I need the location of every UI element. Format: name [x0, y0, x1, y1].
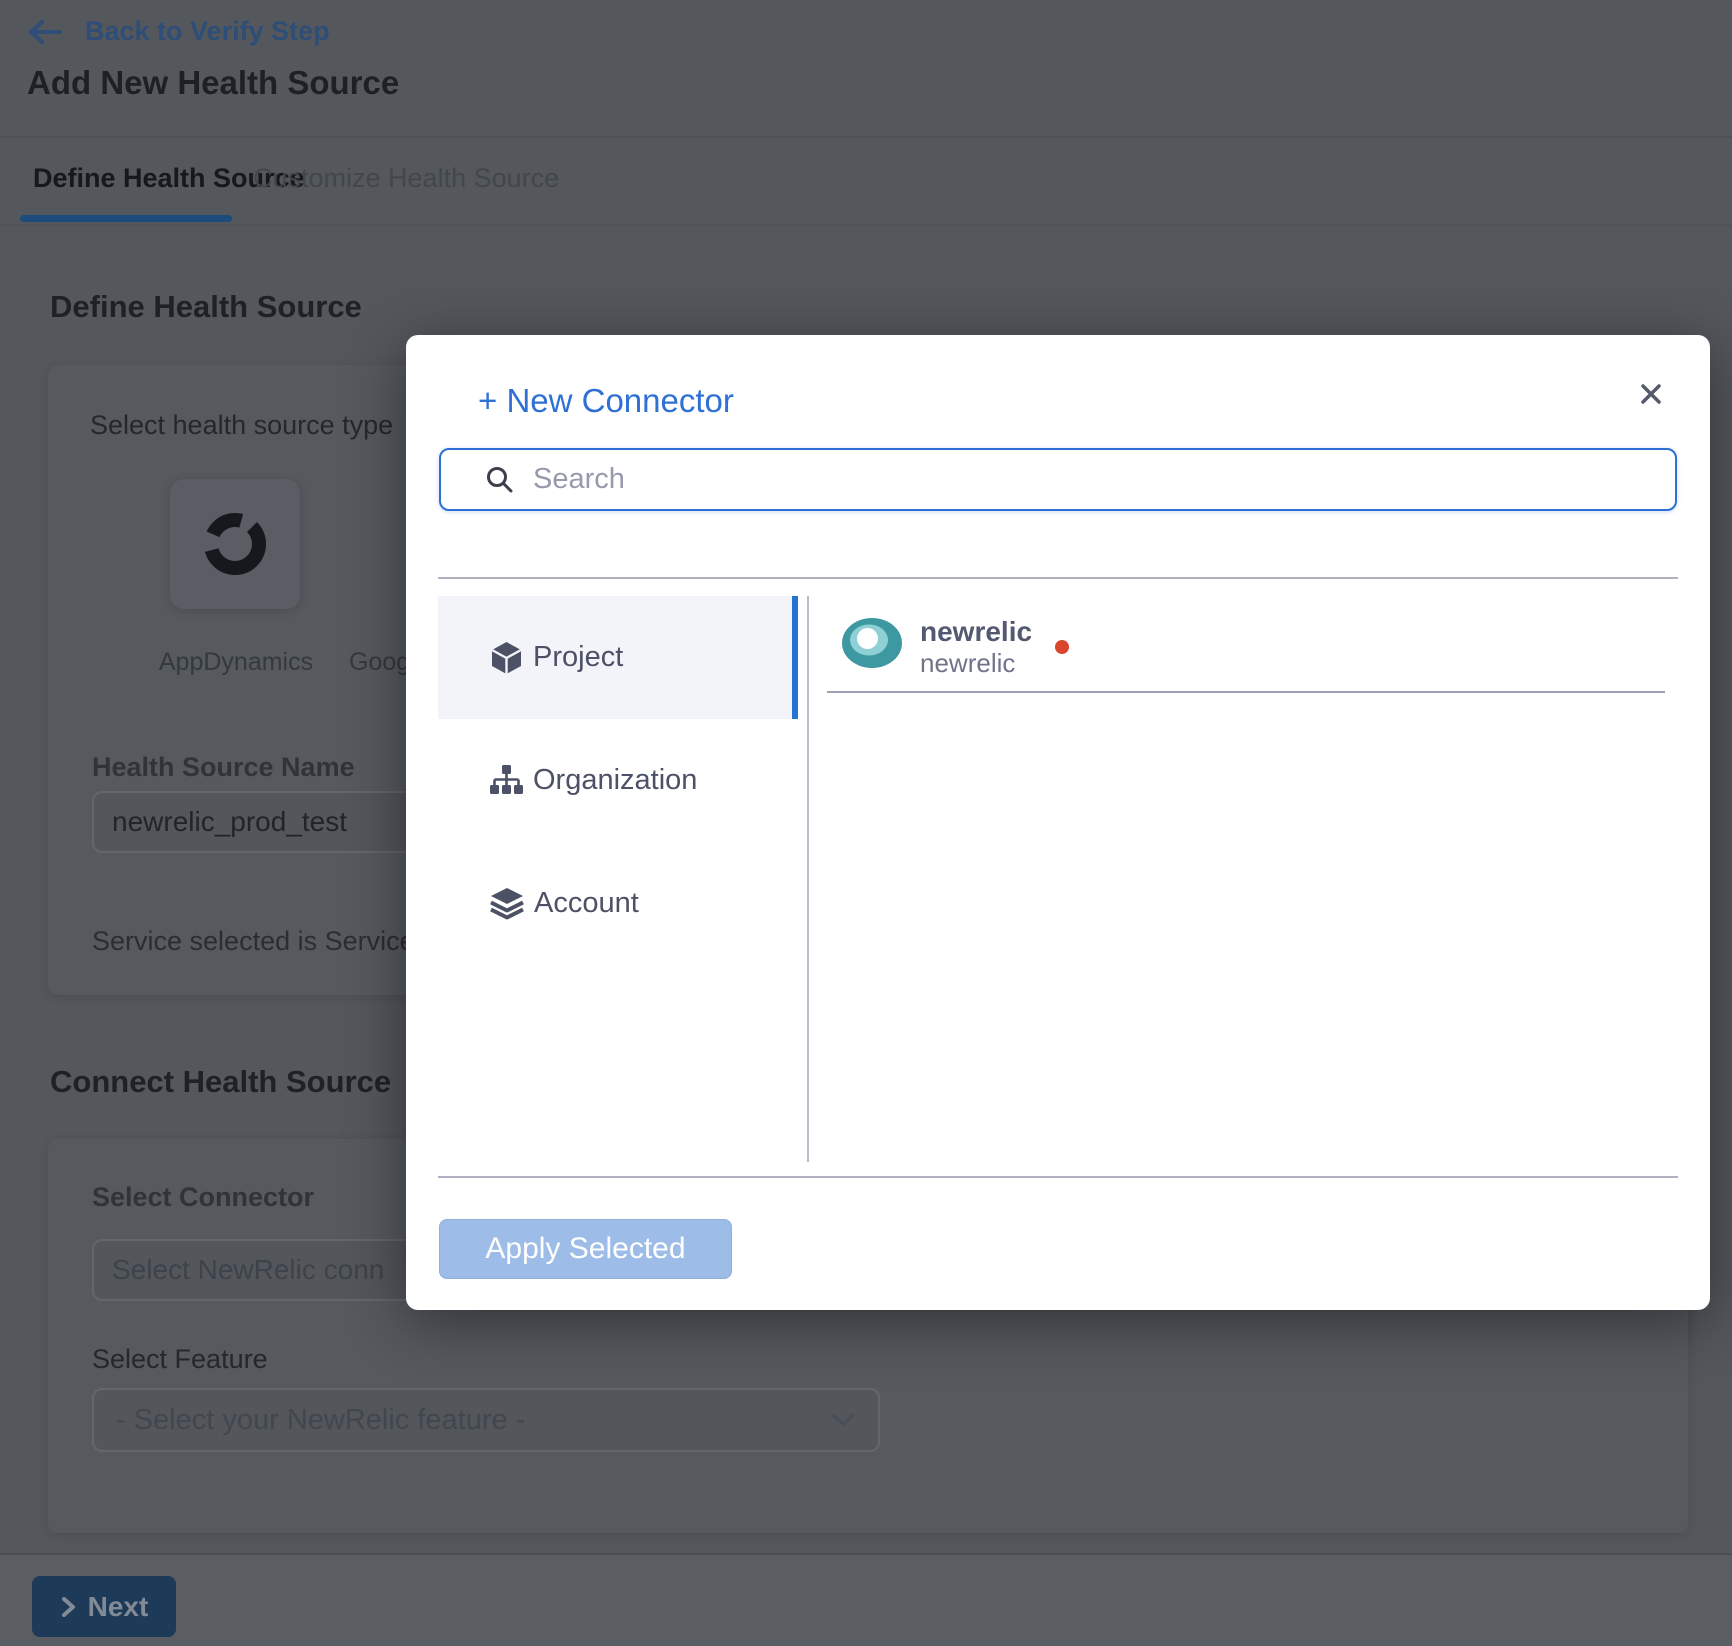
back-link[interactable]: Back to Verify Step — [27, 16, 330, 47]
connector-search-box — [439, 448, 1677, 511]
chevron-right-icon — [60, 1595, 76, 1619]
scope-tab-label: Organization — [533, 764, 697, 797]
connector-row-divider — [827, 691, 1665, 693]
tabs-bottom-border — [0, 224, 1732, 226]
next-button[interactable]: Next — [32, 1576, 176, 1637]
connector-id: newrelic — [920, 648, 1015, 679]
close-icon — [1634, 377, 1668, 411]
select-connector-label: Select Connector — [92, 1182, 314, 1213]
header-divider — [0, 136, 1732, 138]
new-connector-link[interactable]: + New Connector — [478, 382, 734, 420]
connector-status-dot — [1055, 640, 1069, 654]
chevron-down-icon — [830, 1412, 856, 1428]
back-link-label: Back to Verify Step — [85, 16, 330, 47]
page-title: Add New Health Source — [27, 64, 399, 102]
cube-icon — [490, 641, 523, 675]
scope-tab-organization[interactable]: Organization — [438, 719, 798, 842]
apply-selected-label: Apply Selected — [485, 1232, 685, 1266]
close-button[interactable] — [1628, 371, 1674, 417]
select-feature-placeholder: - Select your NewRelic feature - — [116, 1404, 525, 1437]
scope-tab-label: Account — [534, 887, 639, 920]
modal-bottom-divider — [438, 1176, 1678, 1178]
source-type-appdynamics-label: AppDynamics — [158, 648, 314, 677]
app-root: Back to Verify Step Add New Health Sourc… — [0, 0, 1732, 1646]
scope-tab-account[interactable]: Account — [438, 842, 798, 965]
appdynamics-logo-icon — [198, 507, 272, 581]
connector-select-modal: + New Connector Project — [406, 335, 1710, 1310]
active-tab-underline — [20, 215, 232, 222]
modal-top-divider — [438, 577, 1678, 579]
search-icon — [485, 465, 515, 495]
scope-tab-project[interactable]: Project — [438, 596, 798, 719]
newrelic-logo-icon[interactable] — [842, 618, 902, 668]
footer-bar — [0, 1553, 1732, 1646]
source-type-appdynamics-tile[interactable] — [170, 479, 300, 609]
back-arrow-icon — [27, 18, 63, 46]
tab-customize-health-source[interactable]: Customize Health Source — [253, 163, 559, 194]
connect-section-heading: Connect Health Source — [50, 1064, 391, 1100]
sitemap-icon — [490, 764, 523, 797]
next-button-label: Next — [88, 1591, 149, 1623]
service-selected-note: Service selected is Service_ — [92, 926, 430, 957]
scope-tab-label: Project — [533, 641, 623, 674]
layers-icon — [490, 887, 524, 921]
select-feature-label: Select Feature — [92, 1344, 268, 1375]
connector-name[interactable]: newrelic — [920, 616, 1032, 648]
source-type-google-label-truncated: Goog — [349, 648, 410, 677]
health-source-name-label: Health Source Name — [92, 752, 355, 783]
define-section-heading: Define Health Source — [50, 289, 362, 325]
select-type-label: Select health source type — [90, 410, 393, 441]
select-feature-dropdown[interactable]: - Select your NewRelic feature - — [92, 1388, 880, 1452]
search-input[interactable] — [531, 462, 1675, 497]
apply-selected-button[interactable]: Apply Selected — [439, 1219, 732, 1279]
scope-list-divider — [807, 596, 809, 1162]
